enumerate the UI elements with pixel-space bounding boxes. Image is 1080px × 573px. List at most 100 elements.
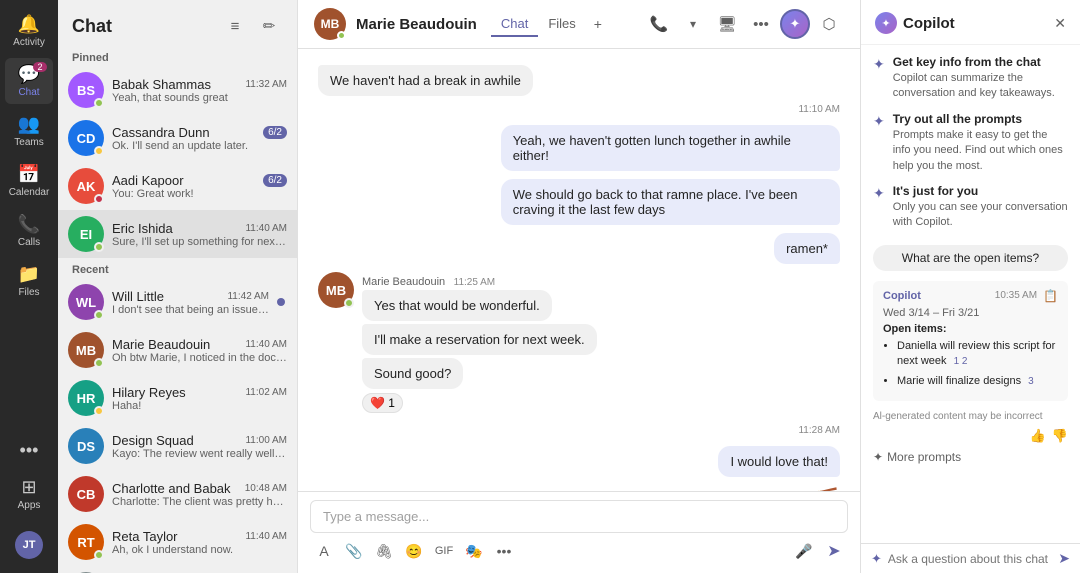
activity-icon: 🔔: [18, 14, 40, 35]
pinned-label: Pinned: [58, 46, 297, 66]
more-options-button[interactable]: •••: [746, 9, 776, 39]
dictate-button[interactable]: 🎤: [790, 537, 818, 565]
tab-files[interactable]: Files: [538, 12, 585, 37]
more-toolbar-button[interactable]: •••: [490, 537, 518, 565]
chat-name-6: Marie Beaudouin: [112, 337, 210, 352]
nav-label-files: Files: [18, 287, 39, 298]
status-1: [94, 98, 104, 108]
chat-item-7[interactable]: HRHilary Reyes11:02 AMHaha!: [58, 374, 297, 422]
chat-item-10[interactable]: RTReta Taylor11:40 AMAh, ok I understand…: [58, 518, 297, 566]
copilot-icon: ✦: [875, 12, 897, 34]
message-5b: I'll make a reservation for next week.: [362, 324, 597, 355]
avatar-10: RT: [68, 524, 104, 560]
status-5: [94, 310, 104, 320]
copilot-title: Copilot: [903, 15, 955, 32]
nav-item-calendar[interactable]: 📅 Calendar: [5, 158, 53, 204]
chat-time-4: 11:40 AM: [245, 223, 287, 234]
chat-name-5: Will Little: [112, 289, 164, 304]
send-button[interactable]: ➤: [820, 537, 848, 565]
chat-item-2[interactable]: CDCassandra Dunn6/2Ok. I'll send an upda…: [58, 114, 297, 162]
sidebar-header-icons: ≡ ✏: [221, 12, 283, 40]
sticker-button[interactable]: 🎭: [460, 537, 488, 565]
key-info-title: Get key info from the chat: [893, 55, 1068, 69]
status-6: [94, 358, 104, 368]
avatar-5: WL: [68, 284, 104, 320]
message-5c: Sound good?: [362, 358, 463, 389]
filter-button[interactable]: ≡: [221, 12, 249, 40]
avatar-7: HR: [68, 380, 104, 416]
chat-name-10: Reta Taylor: [112, 529, 178, 544]
prompts-desc: Prompts make it easy to get the info you…: [893, 128, 1068, 174]
suggestion-button[interactable]: What are the open items?: [873, 245, 1068, 271]
chat-item-5[interactable]: WLWill Little11:42 AMI don't see that be…: [58, 278, 297, 326]
chat-item-8[interactable]: DSDesign Squad11:00 AMKayo: The review w…: [58, 422, 297, 470]
nav-item-files[interactable]: 📁 Files: [5, 258, 53, 304]
audio-call-button[interactable]: 📞: [644, 9, 674, 39]
copilot-ask-icon: ✦: [871, 551, 882, 567]
thumbs-up-button[interactable]: 👍: [1030, 428, 1046, 444]
copilot-response-time: 10:35 AM: [995, 290, 1037, 301]
apps-icon: ⊞: [21, 477, 36, 498]
nav-item-apps[interactable]: ⊞ Apps: [5, 471, 53, 517]
chat-preview-8: Kayo: The review went really well! Can't…: [112, 448, 287, 460]
chat-preview-3: You: Great work!: [112, 188, 287, 200]
contact-status: [337, 31, 346, 40]
copilot-options: ✦ Get key info from the chat Copilot can…: [861, 45, 1080, 241]
attach2-button[interactable]: 🖇: [370, 537, 398, 565]
nav-item-teams[interactable]: 👥 Teams: [5, 108, 53, 154]
message-3: We should go back to that ramne place. I…: [501, 179, 840, 225]
nav-user-avatar[interactable]: JT: [5, 521, 53, 565]
chat-item-11[interactable]: JVJoshua VanBuren10:29 AMThanks for revi…: [58, 566, 297, 573]
sender-name-marie: Marie Beaudouin: [362, 276, 445, 288]
chat-name-1: Babak Shammas: [112, 77, 211, 92]
message-input[interactable]: Type a message...: [310, 500, 848, 533]
reaction-heart[interactable]: ❤️ 1: [362, 393, 403, 413]
more-prompts-button[interactable]: ✦ More prompts: [861, 446, 1080, 472]
nav-item-activity[interactable]: 🔔 Activity: [5, 8, 53, 54]
copy-button[interactable]: 📋: [1043, 289, 1058, 303]
unread-dot-5: [277, 298, 285, 306]
copilot-response: Copilot 10:35 AM 📋 Wed 3/14 – Fri 3/21 O…: [873, 281, 1068, 401]
thumbs-down-button[interactable]: 👎: [1052, 428, 1068, 444]
nav-label-calls: Calls: [18, 237, 40, 248]
response-title: Open items:: [883, 323, 1058, 335]
video-call-button[interactable]: ▾: [678, 9, 708, 39]
private-title: It's just for you: [893, 184, 1068, 198]
chat-preview-5: I don't see that being an issue. Can you…: [112, 304, 269, 316]
format-button[interactable]: A: [310, 537, 338, 565]
copilot-ask-input[interactable]: [888, 552, 1052, 566]
chat-item-4[interactable]: EIEric Ishida11:40 AMSure, I'll set up s…: [58, 210, 297, 258]
status-2: [94, 146, 104, 156]
gif-button[interactable]: GIF: [430, 537, 458, 565]
copilot-close-button[interactable]: ✕: [1054, 15, 1066, 32]
copilot-send-button[interactable]: ➤: [1058, 550, 1070, 567]
chat-preview-4: Sure, I'll set up something for next wee…: [112, 236, 287, 248]
contact-name: Marie Beaudouin: [356, 16, 477, 33]
open-item-1: Daniella will review this script for nex…: [897, 339, 1058, 370]
nav-label-calendar: Calendar: [9, 187, 50, 198]
sender-avatar-marie: MB: [318, 272, 354, 308]
chat-time-7: 11:02 AM: [245, 387, 287, 398]
nav-item-calls[interactable]: 📞 Calls: [5, 208, 53, 254]
new-chat-button[interactable]: ✏: [255, 12, 283, 40]
chat-item-9[interactable]: CBCharlotte and Babak10:48 AMCharlotte: …: [58, 470, 297, 518]
nav-item-chat[interactable]: 2 💬 Chat: [5, 58, 53, 104]
status-4: [94, 242, 104, 252]
chat-item-1[interactable]: BSBabak Shammas11:32 AMYeah, that sounds…: [58, 66, 297, 114]
popout-button[interactable]: ⬡: [814, 9, 844, 39]
tab-chat[interactable]: Chat: [491, 12, 538, 37]
chat-item-3[interactable]: AKAadi Kapoor6/2You: Great work!: [58, 162, 297, 210]
teams-icon: 👥: [18, 114, 40, 135]
copilot-button[interactable]: ✦: [780, 9, 810, 39]
message-1: We haven't had a break in awhile: [318, 65, 533, 96]
chat-name-9: Charlotte and Babak: [112, 481, 231, 496]
attach-button[interactable]: 📎: [340, 537, 368, 565]
share-screen-button[interactable]: 🖥: [712, 9, 742, 39]
emoji-button[interactable]: 😊: [400, 537, 428, 565]
nav-label-chat: Chat: [18, 87, 39, 98]
chat-item-6[interactable]: MBMarie Beaudouin11:40 AMOh btw Marie, I…: [58, 326, 297, 374]
copilot-option-3: ✦ It's just for you Only you can see you…: [873, 184, 1068, 231]
message-2: Yeah, we haven't gotten lunch together i…: [501, 125, 840, 171]
add-tab-button[interactable]: +: [586, 12, 610, 37]
nav-item-more[interactable]: •••: [5, 434, 53, 467]
